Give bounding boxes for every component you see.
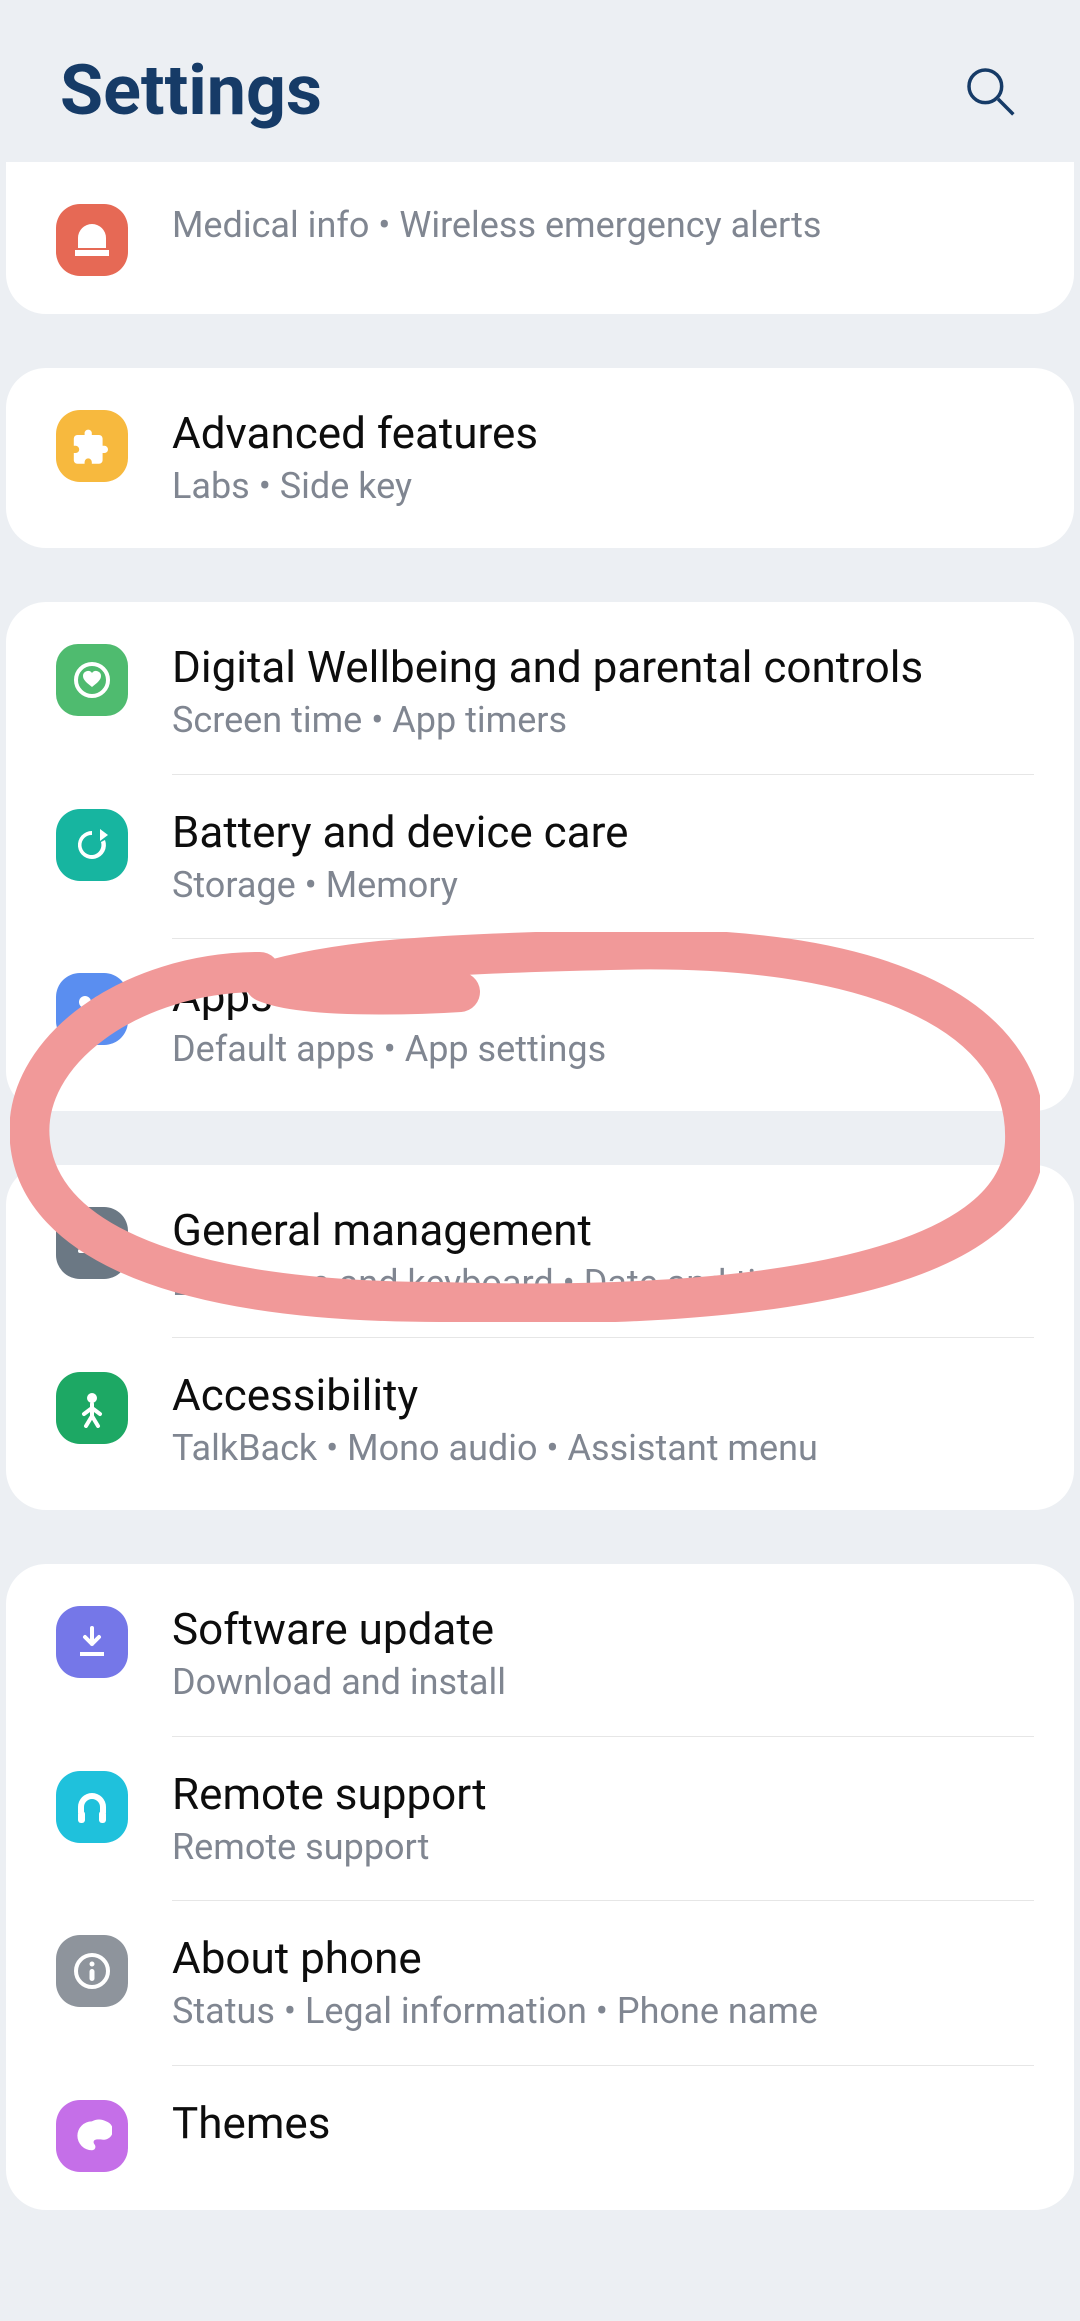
- settings-item-battery-and-device-care[interactable]: Battery and device careStorage • Memory: [6, 775, 1074, 939]
- header: Settings: [0, 0, 1080, 162]
- settings-item-text: Advanced featuresLabs • Side key: [172, 406, 1042, 510]
- settings-item-title: Themes: [172, 2096, 1042, 2151]
- settings-list: Medical info • Wireless emergency alerts…: [0, 162, 1080, 2210]
- settings-item-about-phone[interactable]: About phoneStatus • Legal information • …: [6, 1901, 1074, 2065]
- settings-item-text: Themes: [172, 2096, 1042, 2151]
- sliders-icon: [56, 1207, 128, 1279]
- person-icon: [56, 1372, 128, 1444]
- settings-item-text: Battery and device careStorage • Memory: [172, 805, 1042, 909]
- settings-item-title: General management: [172, 1203, 1042, 1258]
- settings-item-title: About phone: [172, 1931, 1042, 1986]
- settings-item-text: Medical info • Wireless emergency alerts: [172, 200, 1042, 249]
- settings-item-title: Digital Wellbeing and parental controls: [172, 640, 1042, 695]
- settings-item-remote-support[interactable]: Remote supportRemote support: [6, 1737, 1074, 1901]
- settings-item-subtitle: Default apps • App settings: [172, 1026, 1042, 1073]
- puzzle-icon: [56, 410, 128, 482]
- settings-item-digital-wellbeing-and-parental-controls[interactable]: Digital Wellbeing and parental controlsS…: [6, 602, 1074, 774]
- settings-item-text: AccessibilityTalkBack • Mono audio • Ass…: [172, 1368, 1042, 1472]
- search-icon: [962, 63, 1018, 119]
- settings-item-advanced-features[interactable]: Advanced featuresLabs • Side key: [6, 368, 1074, 548]
- settings-group: General managementLanguage and keyboard …: [6, 1165, 1074, 1510]
- settings-item-medical-info-wireless-emergency-alerts[interactable]: Medical info • Wireless emergency alerts: [6, 162, 1074, 314]
- settings-group: Medical info • Wireless emergency alerts: [6, 162, 1074, 314]
- heart-ring-icon: [56, 644, 128, 716]
- settings-item-title: Accessibility: [172, 1368, 1042, 1423]
- headset-icon: [56, 1771, 128, 1843]
- settings-item-subtitle: TalkBack • Mono audio • Assistant menu: [172, 1425, 1042, 1472]
- settings-item-subtitle: Screen time • App timers: [172, 697, 1042, 744]
- settings-item-title: Apps: [172, 969, 1042, 1024]
- settings-item-text: AppsDefault apps • App settings: [172, 969, 1042, 1073]
- settings-item-title: Advanced features: [172, 406, 1042, 461]
- settings-item-subtitle: Labs • Side key: [172, 463, 1042, 510]
- settings-item-title: Battery and device care: [172, 805, 1042, 860]
- settings-item-subtitle: Storage • Memory: [172, 862, 1042, 909]
- settings-item-subtitle: Remote support: [172, 1824, 1042, 1871]
- settings-item-text: Remote supportRemote support: [172, 1767, 1042, 1871]
- settings-item-text: About phoneStatus • Legal information • …: [172, 1931, 1042, 2035]
- grid4-icon: [56, 973, 128, 1045]
- settings-item-general-management[interactable]: General managementLanguage and keyboard …: [6, 1165, 1074, 1337]
- page-title: Settings: [60, 50, 322, 132]
- settings-item-text: Software updateDownload and install: [172, 1602, 1042, 1706]
- theme-icon: [56, 2100, 128, 2172]
- settings-group: Advanced featuresLabs • Side key: [6, 368, 1074, 548]
- settings-group: Software updateDownload and install Remot…: [6, 1564, 1074, 2210]
- settings-group: Digital Wellbeing and parental controlsS…: [6, 602, 1074, 1111]
- settings-item-subtitle: Medical info • Wireless emergency alerts: [172, 202, 1042, 249]
- settings-item-software-update[interactable]: Software updateDownload and install: [6, 1564, 1074, 1736]
- siren-icon: [56, 204, 128, 276]
- settings-item-themes[interactable]: Themes: [6, 2066, 1074, 2210]
- settings-item-text: General managementLanguage and keyboard …: [172, 1203, 1042, 1307]
- search-button[interactable]: [960, 61, 1020, 121]
- settings-item-apps[interactable]: AppsDefault apps • App settings: [6, 939, 1074, 1111]
- settings-item-accessibility[interactable]: AccessibilityTalkBack • Mono audio • Ass…: [6, 1338, 1074, 1510]
- settings-item-subtitle: Download and install: [172, 1659, 1042, 1706]
- settings-item-text: Digital Wellbeing and parental controlsS…: [172, 640, 1042, 744]
- settings-item-title: Software update: [172, 1602, 1042, 1657]
- settings-item-subtitle: Language and keyboard • Date and time: [172, 1260, 1042, 1307]
- refresh-icon: [56, 809, 128, 881]
- info-icon: [56, 1935, 128, 2007]
- settings-item-subtitle: Status • Legal information • Phone name: [172, 1988, 1042, 2035]
- download-icon: [56, 1606, 128, 1678]
- settings-item-title: Remote support: [172, 1767, 1042, 1822]
